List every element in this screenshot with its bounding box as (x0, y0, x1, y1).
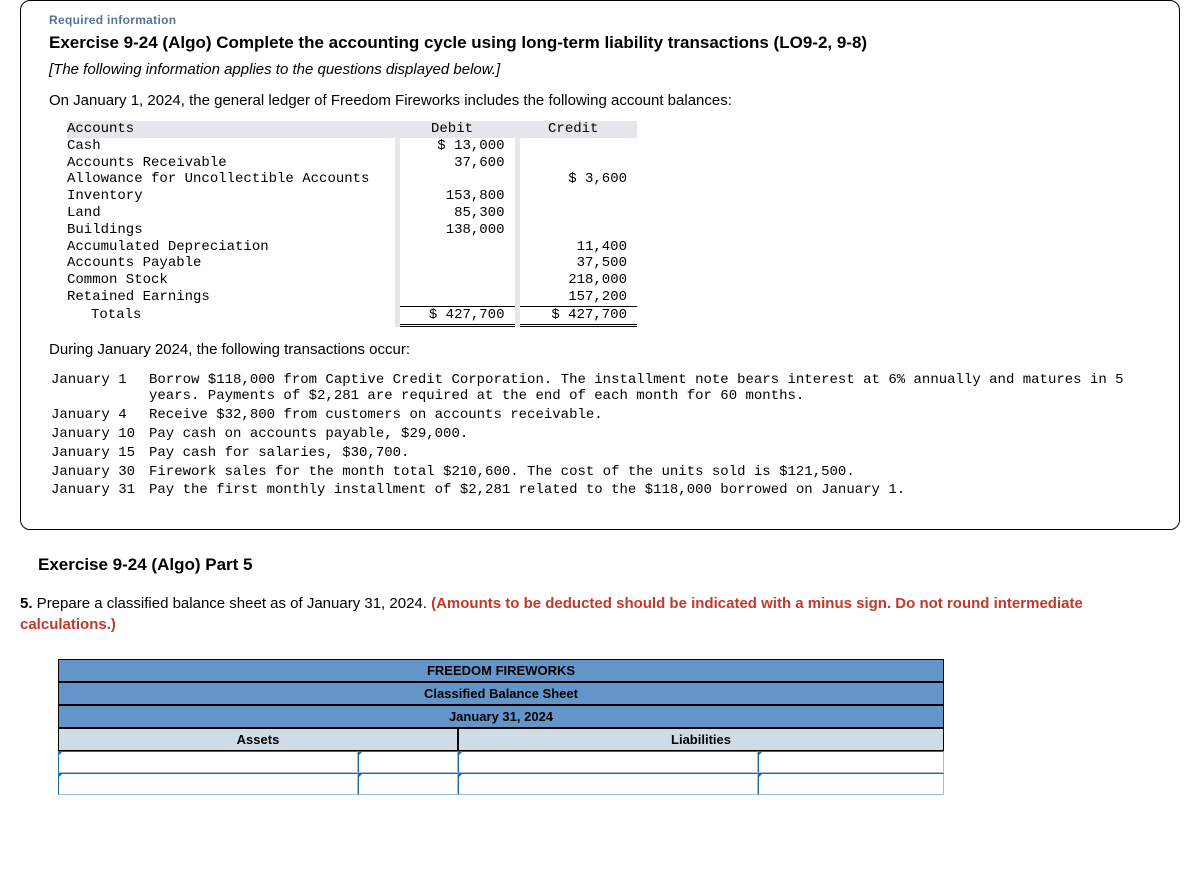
balance-sheet-table: FREEDOM FIREWORKS Classified Balance She… (58, 659, 944, 795)
exercise-card: Required information Exercise 9-24 (Algo… (20, 0, 1180, 530)
transaction-row: January 10Pay cash on accounts payable, … (51, 426, 1149, 443)
bs-company: FREEDOM FIREWORKS (58, 659, 944, 682)
tb-acct: Inventory (67, 188, 397, 205)
tb-credit (517, 188, 637, 205)
tb-credit (517, 155, 637, 172)
transaction-desc: Pay cash on accounts payable, $29,000. (149, 426, 1149, 443)
transaction-row: January 4Receive $32,800 from customers … (51, 407, 1149, 424)
tb-row: Accounts Receivable37,600 (67, 155, 637, 172)
bs-title: Classified Balance Sheet (58, 682, 944, 705)
transaction-desc: Pay the first monthly installment of $2,… (149, 482, 1149, 499)
bs-asset-amt-1[interactable] (358, 751, 458, 773)
bs-sections-row: Assets Liabilities (58, 728, 944, 751)
tb-credit: 11,400 (517, 239, 637, 256)
tb-debit: 37,600 (397, 155, 517, 172)
transaction-desc: Receive $32,800 from customers on accoun… (149, 407, 1149, 424)
bs-liab-acct-1[interactable] (458, 751, 758, 773)
bs-input-row-1 (58, 751, 944, 773)
tb-row: Inventory153,800 (67, 188, 637, 205)
instruction-text: Prepare a classified balance sheet as of… (33, 595, 432, 612)
tb-totals-credit: $ 427,700 (517, 306, 637, 325)
transaction-row: January 1Borrow $118,000 from Captive Cr… (51, 372, 1149, 406)
tb-row: Land85,300 (67, 205, 637, 222)
tb-acct: Retained Earnings (67, 289, 397, 306)
tb-totals-row: Totals $ 427,700 $ 427,700 (67, 306, 637, 325)
transaction-row: January 30Firework sales for the month t… (51, 464, 1149, 481)
trial-balance-table: Accounts Debit Credit Cash$ 13,000Accoun… (67, 121, 637, 327)
tb-row: Accumulated Depreciation 11,400 (67, 239, 637, 256)
tb-debit: $ 13,000 (397, 138, 517, 155)
tb-row: Retained Earnings 157,200 (67, 289, 637, 306)
tb-acct: Allowance for Uncollectible Accounts (67, 171, 397, 188)
transaction-desc: Pay cash for salaries, $30,700. (149, 445, 1149, 462)
tb-totals-label: Totals (67, 306, 397, 325)
bs-title-row: Classified Balance Sheet (58, 682, 944, 705)
tb-debit (397, 239, 517, 256)
transactions-table: January 1Borrow $118,000 from Captive Cr… (49, 370, 1151, 502)
tb-row: Buildings138,000 (67, 222, 637, 239)
tb-acct: Land (67, 205, 397, 222)
transaction-row: January 31Pay the first monthly installm… (51, 482, 1149, 499)
tb-acct: Accounts Receivable (67, 155, 397, 172)
tb-credit (517, 138, 637, 155)
instruction-number: 5. (20, 595, 33, 612)
tb-row: Cash$ 13,000 (67, 138, 637, 155)
bs-asset-acct-2[interactable] (58, 773, 358, 795)
tb-credit (517, 222, 637, 239)
bs-liab-amt-2[interactable] (758, 773, 944, 795)
bs-liab-acct-2[interactable] (458, 773, 758, 795)
bs-date: January 31, 2024 (58, 705, 944, 728)
tb-debit: 138,000 (397, 222, 517, 239)
tb-credit (517, 205, 637, 222)
tb-row: Allowance for Uncollectible Accounts $ 3,… (67, 171, 637, 188)
tb-acct: Accounts Payable (67, 255, 397, 272)
bs-liabilities-header: Liabilities (458, 728, 944, 751)
tb-header-debit: Debit (397, 121, 517, 138)
tb-debit (397, 289, 517, 306)
intro-text: On January 1, 2024, the general ledger o… (49, 92, 1151, 109)
bs-input-row-2 (58, 773, 944, 795)
transaction-desc: Borrow $118,000 from Captive Credit Corp… (149, 372, 1149, 406)
tb-credit: 157,200 (517, 289, 637, 306)
tb-row: Accounts Payable 37,500 (67, 255, 637, 272)
applies-note: [The following information applies to th… (49, 61, 1151, 78)
bs-asset-amt-2[interactable] (358, 773, 458, 795)
tb-debit: 85,300 (397, 205, 517, 222)
tb-debit: 153,800 (397, 188, 517, 205)
tb-header-credit: Credit (517, 121, 637, 138)
tb-acct: Accumulated Depreciation (67, 239, 397, 256)
tb-acct: Common Stock (67, 272, 397, 289)
during-text: During January 2024, the following trans… (49, 341, 1151, 358)
transaction-row: January 15Pay cash for salaries, $30,700… (51, 445, 1149, 462)
transaction-desc: Firework sales for the month total $210,… (149, 464, 1149, 481)
bs-assets-header: Assets (58, 728, 458, 751)
transaction-date: January 1 (51, 372, 147, 406)
bs-date-row: January 31, 2024 (58, 705, 944, 728)
tb-row: Common Stock 218,000 (67, 272, 637, 289)
tb-acct: Buildings (67, 222, 397, 239)
bs-asset-acct-1[interactable] (58, 751, 358, 773)
transaction-date: January 10 (51, 426, 147, 443)
tb-debit (397, 171, 517, 188)
tb-debit (397, 272, 517, 289)
tb-totals-debit: $ 427,700 (397, 306, 517, 325)
tb-credit: 218,000 (517, 272, 637, 289)
tb-acct: Cash (67, 138, 397, 155)
tb-credit: $ 3,600 (517, 171, 637, 188)
instruction: 5. Prepare a classified balance sheet as… (20, 593, 1180, 635)
transaction-date: January 4 (51, 407, 147, 424)
transaction-date: January 15 (51, 445, 147, 462)
exercise-title: Exercise 9-24 (Algo) Complete the accoun… (49, 33, 1151, 53)
transaction-date: January 30 (51, 464, 147, 481)
bs-liab-amt-1[interactable] (758, 751, 944, 773)
part-title: Exercise 9-24 (Algo) Part 5 (38, 555, 1180, 575)
transaction-date: January 31 (51, 482, 147, 499)
bs-company-row: FREEDOM FIREWORKS (58, 659, 944, 682)
tb-credit: 37,500 (517, 255, 637, 272)
tb-header-row: Accounts Debit Credit (67, 121, 637, 138)
required-info-header: Required information (49, 13, 1151, 27)
tb-debit (397, 255, 517, 272)
tb-header-accounts: Accounts (67, 121, 397, 138)
